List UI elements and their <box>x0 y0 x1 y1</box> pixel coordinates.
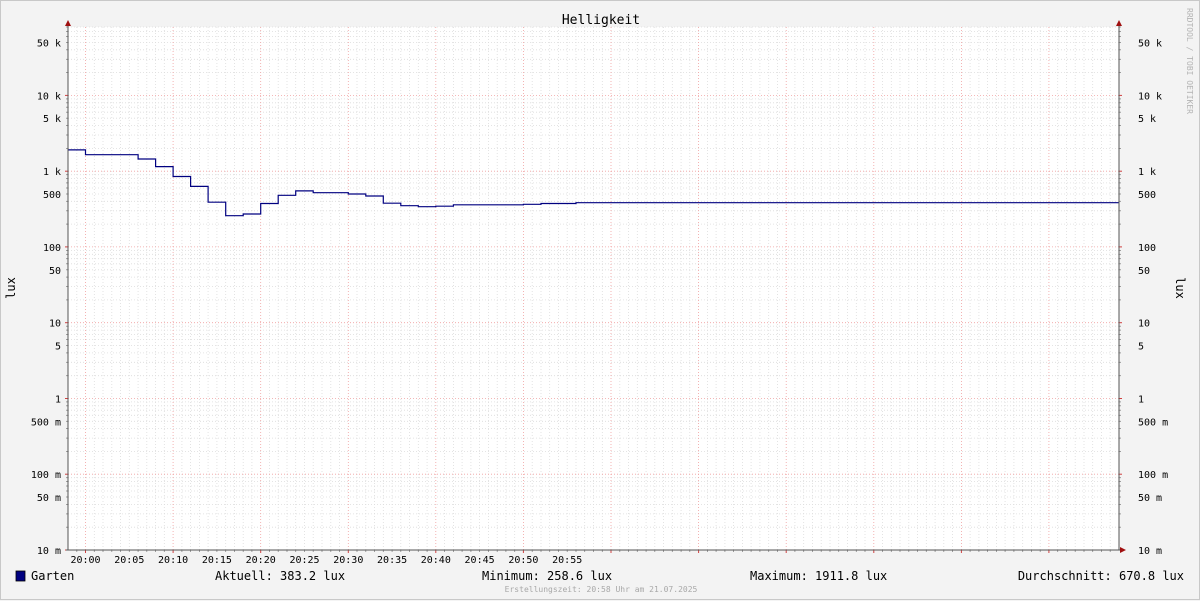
y-tick-label-left: 10 k <box>37 91 61 102</box>
y-tick-label-left: 500 m <box>31 417 61 428</box>
y-tick-label-right: 1 k <box>1138 167 1156 178</box>
y-axis-left-arrow <box>65 20 71 26</box>
x-axis-arrow <box>1120 547 1126 553</box>
y-tick-label-right: 50 <box>1138 266 1150 277</box>
y-tick-label-right: 10 m <box>1138 546 1162 557</box>
legend-minimum: Minimum: 258.6 lux <box>482 569 612 583</box>
legend-series-name: Garten <box>31 569 74 583</box>
x-tick-label: 20:05 <box>114 555 144 566</box>
y-tick-label-right: 100 <box>1138 243 1156 254</box>
y-axis-title-right: lux <box>1173 277 1187 299</box>
y-tick-label-left: 5 <box>55 342 61 353</box>
y-tick-label-left: 1 <box>55 395 61 406</box>
y-tick-label-right: 1 <box>1138 395 1144 406</box>
x-tick-label: 20:20 <box>246 555 276 566</box>
y-axis-title-left: lux <box>4 277 18 299</box>
chart-title: Helligkeit <box>562 13 640 28</box>
y-tick-label-right: 50 m <box>1138 493 1162 504</box>
x-tick-label: 20:35 <box>377 555 407 566</box>
y-axis-right-labels: 50 k 10 k 5 k 1 k 500 100 50 10 5 1 500 m 100 m 50 m… <box>1138 39 1168 558</box>
y-tick-label-left: 5 k <box>43 114 61 125</box>
legend-maximum: Maximum: 1911.8 lux <box>750 569 887 583</box>
rrd-graph: 50 k 10 k 5 k 1 k 500 100 50 10 5 1 500 m 100 m 50 m… <box>4 8 1194 594</box>
chart-canvas: 50 k 10 k 5 k 1 k 500 100 50 10 5 1 500 m 100 m 50 m… <box>0 0 1200 600</box>
y-tick-label-left: 10 <box>49 319 61 330</box>
y-tick-label-left: 100 m <box>31 470 61 481</box>
legend-average: Durchschnitt: 670.8 lux <box>1018 569 1184 583</box>
y-tick-label-right: 5 k <box>1138 114 1156 125</box>
y-tick-label-left: 50 k <box>37 39 61 50</box>
x-tick-label: 20:00 <box>70 555 100 566</box>
x-tick-label: 20:10 <box>158 555 188 566</box>
y-tick-label-right: 100 m <box>1138 470 1168 481</box>
rrdtool-watermark: RRDTOOL / TOBI OETIKER <box>1185 8 1194 114</box>
x-tick-label: 20:50 <box>508 555 538 566</box>
y-tick-label-left: 1 k <box>43 167 61 178</box>
x-axis-labels: 20:00 20:05 20:10 20:15 20:20 20:25 20:30 20:35… <box>70 555 582 566</box>
y-axis-right-arrow <box>1116 20 1122 26</box>
y-tick-label-right: 5 <box>1138 342 1144 353</box>
x-tick-label: 20:25 <box>289 555 319 566</box>
y-tick-label-left: 50 <box>49 266 61 277</box>
y-tick-label-left: 10 m <box>37 546 61 557</box>
y-tick-label-right: 10 <box>1138 319 1150 330</box>
y-tick-label-left: 50 m <box>37 493 61 504</box>
y-tick-label-left: 500 <box>43 190 61 201</box>
legend-swatch-garten <box>15 570 26 582</box>
y-tick-label-right: 50 k <box>1138 39 1162 50</box>
y-axis-left-labels: 50 k 10 k 5 k 1 k 500 100 50 10 5 1 500 m 100 m 50 m… <box>31 39 61 558</box>
x-tick-label: 20:55 <box>552 555 582 566</box>
creation-time-footer: Erstellungszeit: 20:58 Uhr am 21.07.2025 <box>505 585 698 594</box>
x-tick-label: 20:45 <box>465 555 495 566</box>
y-tick-label-right: 500 <box>1138 190 1156 201</box>
y-tick-label-right: 10 k <box>1138 91 1162 102</box>
x-tick-label: 20:15 <box>202 555 232 566</box>
legend-current: Aktuell: 383.2 lux <box>215 569 345 583</box>
y-tick-label-right: 500 m <box>1138 417 1168 428</box>
x-tick-label: 20:30 <box>333 555 363 566</box>
y-tick-label-left: 100 <box>43 243 61 254</box>
x-tick-label: 20:40 <box>421 555 451 566</box>
